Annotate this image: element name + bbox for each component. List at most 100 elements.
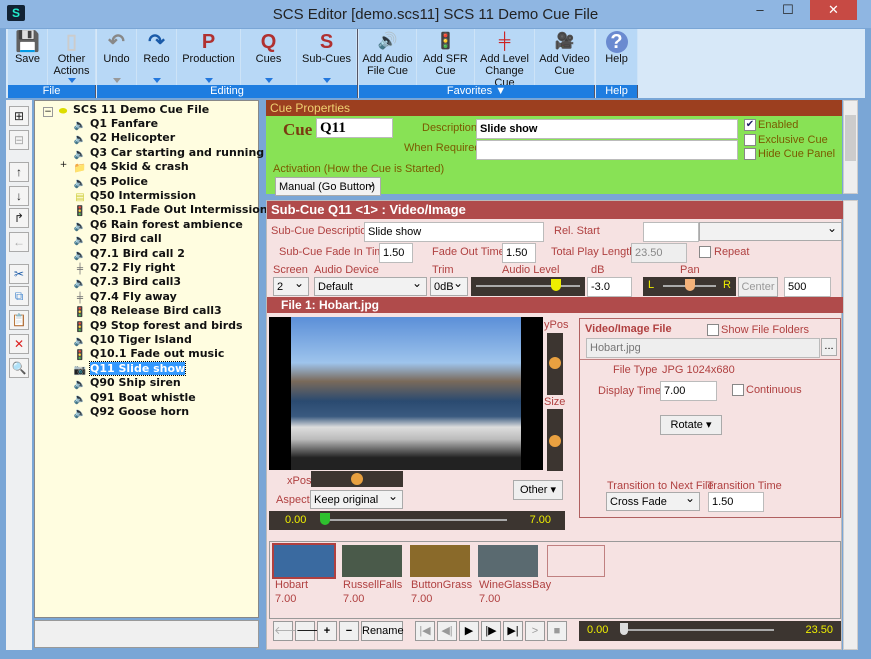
close-button[interactable]: ✕ [810,0,857,20]
cues-button[interactable]: Q Cues [241,29,297,85]
rel-start-input[interactable] [643,222,699,242]
file-position-slider[interactable]: 0.00 7.00 [269,511,565,530]
thumbnail-image[interactable] [410,545,470,577]
add-file-button[interactable]: + [317,621,337,641]
copy-icon[interactable]: ⧉ [9,286,29,306]
cue-number-input[interactable] [316,118,393,138]
show-file-folders-checkbox[interactable] [707,324,719,336]
cut-icon[interactable]: ✂ [9,264,29,284]
fade-out-input[interactable] [502,243,536,263]
remove-file-button[interactable]: − [339,621,359,641]
audio-level-thumb[interactable] [551,279,561,291]
pan-value-input[interactable] [784,277,831,297]
tree-item[interactable]: ╪ Q7.4 Fly away [73,290,177,304]
activation-select[interactable]: Manual (Go Button) [275,176,381,196]
production-button[interactable]: P Production [177,29,241,85]
save-button[interactable]: 💾 Save [8,29,48,85]
rename-button[interactable]: Rename [361,621,404,641]
filename-input[interactable] [586,338,820,358]
move-down-icon[interactable]: ↓ [9,186,29,206]
add-video-cue-button[interactable]: 🎥 Add Video Cue [535,29,595,85]
tree-item[interactable]: 🔈 Q1 Fanfare [73,117,158,131]
tree-item[interactable]: 🔈 Q2 Helicopter [73,131,175,145]
move-up-icon[interactable]: ↑ [9,162,29,182]
other-button[interactable]: Other ▾ [513,480,563,500]
other-actions-button[interactable]: ▯ Other Actions [48,29,96,85]
size-thumb[interactable] [549,435,561,447]
fade-in-input[interactable] [379,243,413,263]
aspect-select[interactable]: Keep original [310,489,403,509]
tree-item[interactable]: 🔈 Q92 Goose horn [73,405,189,419]
hide-cue-panel-checkbox[interactable] [744,148,756,160]
thumbnail-image[interactable] [272,543,336,579]
delete-icon[interactable]: ✕ [9,334,29,354]
trim-select[interactable]: 0dB [430,276,468,296]
continuous-checkbox[interactable] [732,384,744,396]
empty-thumbnail-slot[interactable] [547,545,605,577]
tree-item[interactable]: 🔈 Q7.1 Bird call 2 [73,247,185,261]
thumbnail-image[interactable] [342,545,402,577]
stop-button[interactable]: ■ [547,621,567,641]
screen-select[interactable]: 2 [273,276,309,296]
minimize-button[interactable]: – [747,0,773,20]
tree-item[interactable]: 🚦 Q50.1 Fade Out Intermission [73,203,268,217]
audio-level-slider[interactable] [471,277,585,296]
playback-progress-slider[interactable]: 0.00 23.50 [579,621,841,641]
sub-cue-scrollbar[interactable] [843,200,858,650]
cue-tree[interactable]: − ⬬ SCS 11 Demo Cue File 🔈 Q1 Fanfare 🔈 Q2 He… [34,100,268,618]
file-position-thumb[interactable] [320,513,330,525]
paste-icon[interactable]: 📋 [9,310,29,330]
first-button[interactable]: |◀ [415,621,435,641]
pan-slider[interactable]: L R [643,277,736,296]
tree-item[interactable]: + 📁 Q4 Skid & crash [60,160,189,174]
tree-item[interactable]: 🚦 Q10.1 Fade out music [73,347,225,361]
tree-item[interactable]: 🔈 Q7.3 Bird call3 [73,275,181,289]
display-time-input[interactable] [660,381,717,401]
browse-button[interactable]: ... [821,338,837,356]
tree-item[interactable]: 🔈 Q3 Car starting and running [73,146,264,160]
expand-icon[interactable]: + [59,160,68,170]
thumbnail-image[interactable] [478,545,538,577]
tree-root[interactable]: − ⬬ SCS 11 Demo Cue File [43,103,209,117]
when-required-input[interactable] [476,140,738,160]
expand-all-icon[interactable]: ⊞ [9,106,29,126]
collapse-all-icon[interactable]: ⊟ [9,130,29,150]
rel-start-select[interactable] [699,221,842,241]
xpos-slider[interactable] [311,471,403,487]
sub-cues-button[interactable]: S Sub-Cues [297,29,357,85]
step-button[interactable]: > [525,621,545,641]
tree-item[interactable]: ╪ Q7.2 Fly right [73,261,175,275]
move-file-left-button[interactable]: 🡐 [273,621,304,641]
cue-properties-scrollbar[interactable] [843,100,858,194]
group-label-favorites[interactable]: Favorites ▼ [359,85,594,98]
redo-button[interactable]: ↷ Redo [137,29,177,85]
rotate-button[interactable]: Rotate ▾ [660,415,722,435]
add-audio-cue-button[interactable]: 🔊 Add Audio File Cue [359,29,417,85]
pan-thumb[interactable] [684,279,695,291]
tree-item[interactable]: 🔈 Q91 Boat whistle [73,391,196,405]
exclusive-cue-checkbox[interactable] [744,134,756,146]
xpos-thumb[interactable] [351,473,363,485]
maximize-button[interactable]: ☐ [775,0,801,20]
next-button[interactable]: |▶ [481,621,501,641]
tree-item[interactable]: 🔈 Q5 Police [73,175,148,189]
transition-select[interactable]: Cross Fade [606,491,700,511]
help-button[interactable]: ? Help [596,29,638,85]
tree-item[interactable]: 🔈 Q7 Bird call [73,232,162,246]
tree-item[interactable]: 📷 Q11 Slide show [73,360,187,376]
playback-progress-thumb[interactable] [620,623,628,635]
tree-item[interactable]: 🔈 Q90 Ship siren [73,376,181,390]
add-level-change-button[interactable]: ╪ Add Level Change Cue [475,29,535,89]
center-button[interactable]: Center [738,277,778,297]
enabled-checkbox[interactable]: ✔ [744,119,756,131]
audio-device-select[interactable]: Default [314,276,427,296]
repeat-checkbox[interactable] [699,246,711,258]
db-input[interactable] [587,277,632,297]
scrollbar-thumb[interactable] [845,115,856,161]
size-slider[interactable] [547,409,563,471]
tree-item[interactable]: 🚦 Q8 Release Bird call3 [73,304,222,318]
transition-time-input[interactable] [708,492,764,512]
play-button[interactable]: ▶ [459,621,479,641]
sub-cue-description-input[interactable] [364,222,544,242]
tree-item[interactable]: 🔈 Q6 Rain forest ambience [73,218,243,232]
